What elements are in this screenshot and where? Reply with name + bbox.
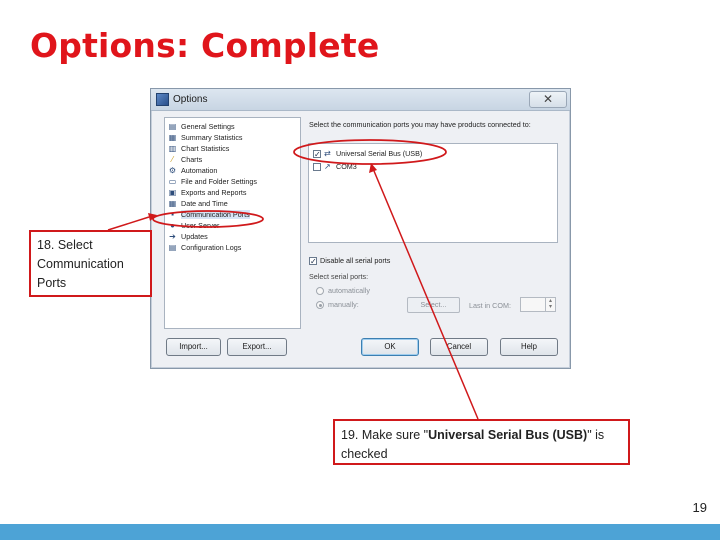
chart-stats-icon: ▥ [168,144,177,153]
radio-label: manually: [328,300,359,309]
footer-bar [0,524,720,540]
server-icon: ● [170,221,175,230]
radio-automatic[interactable]: automatically [316,286,370,295]
slide-title: Options: Complete [30,26,380,65]
tree-item-label: Chart Statistics [181,144,230,153]
tree-item-label: Automation [181,166,218,175]
tree-item-label: File and Folder Settings [181,177,257,186]
port-label: COM3 [336,162,357,171]
tree-item-communication-ports[interactable]: ▪ Communication Ports [168,209,250,220]
tree-item-date-time[interactable]: ▦ Date and Time [168,198,228,209]
port-row-usb[interactable]: ✓ ⇄ Universal Serial Bus (USB) [313,148,422,159]
radio-circle[interactable] [316,300,324,309]
callout-step19-bold: Universal Serial Bus (USB) [428,428,588,442]
select-serial-label: Select serial ports: [309,272,369,281]
tree-item-updates[interactable]: ➔ Updates [168,231,208,242]
help-button[interactable]: Help [500,338,558,356]
tree-item-charts[interactable]: ⁄ Charts [168,154,202,165]
tree-item-file-folder-settings[interactable]: ▭ File and Folder Settings [168,176,257,187]
callout-step19-prefix: 19. Make sure " [341,428,429,442]
export-icon: ▣ [168,188,177,197]
tree-item-label: Date and Time [181,199,228,208]
app-icon [156,93,169,106]
select-ports-button[interactable]: Select... [407,297,460,313]
tree-item-automation[interactable]: ⚙ Automation [168,165,217,176]
spinner-arrows-icon[interactable]: ▴ ▾ [545,298,555,311]
radio-manual[interactable]: manually: [316,300,359,309]
arrow-line-step18 [107,216,150,231]
close-button[interactable]: ✕ [529,91,567,108]
tree-item-label: Exports and Reports [181,188,247,197]
ok-button[interactable]: OK [361,338,419,356]
usb-checkbox[interactable]: ✓ [313,149,321,158]
port-icon: ▪ [171,210,174,219]
radio-label: automatically [328,286,370,295]
tree-item-label: Summary Statistics [181,133,243,142]
cancel-button[interactable]: Cancel [430,338,488,356]
tree-item-label: Charts [181,155,203,164]
page-number: 19 [692,500,707,515]
export-button[interactable]: Export... [227,338,287,356]
log-icon: ▤ [168,243,177,252]
tree-item-label: General Settings [181,122,235,131]
serial-port-icon: ↗ [324,162,331,171]
close-icon: ✕ [542,92,554,106]
radio-circle[interactable] [316,286,324,295]
tree-item-general-settings[interactable]: ▤ General Settings [168,121,235,132]
update-arrow-icon: ➔ [169,232,176,241]
settings-icon: ▤ [168,122,177,131]
com-spinner[interactable]: ▴ ▾ [520,297,556,312]
tree-item-chart-statistics[interactable]: ▥ Chart Statistics [168,143,230,154]
ports-list: ✓ ⇄ Universal Serial Bus (USB) ↗ COM3 [308,143,558,243]
com-label: Last in COM: [469,301,511,310]
port-row-com3[interactable]: ↗ COM3 [313,161,357,172]
folder-icon: ▭ [168,177,177,186]
automation-icon: ⚙ [168,166,177,175]
tree-item-user-server[interactable]: ● User Server [168,220,219,231]
options-category-tree[interactable]: ▤ General Settings ▦ Summary Statistics ▥ C… [164,117,301,329]
dialog-titlebar[interactable]: Options ✕ [151,89,570,111]
ports-header: Select the communication ports you may h… [309,120,531,129]
port-label: Universal Serial Bus (USB) [336,149,423,158]
stats-icon: ▦ [168,133,177,142]
options-dialog: Options ✕ ▤ General Settings ▦ Summary Sta… [150,88,571,369]
charts-icon: ⁄ [171,155,174,164]
tree-item-exports-reports[interactable]: ▣ Exports and Reports [168,187,247,198]
callout-step19: 19. Make sure "Universal Serial Bus (USB… [333,419,630,465]
callout-step18: 18. Select Communication Ports [29,230,152,297]
disable-serial-checkbox[interactable]: ✓ [309,256,317,265]
tree-item-summary-statistics[interactable]: ▦ Summary Statistics [168,132,243,143]
import-button[interactable]: Import... [166,338,221,356]
disable-serial-label: Disable all serial ports [320,256,391,265]
disable-serial-row[interactable]: ✓ Disable all serial ports [309,256,390,265]
calendar-icon: ▦ [168,199,177,208]
tree-item-label: Communication Ports [181,210,250,219]
usb-icon: ⇄ [324,149,331,158]
dialog-title: Options [173,94,208,105]
tree-item-configuration-logs[interactable]: ▤ Configuration Logs [168,242,242,253]
tree-item-label: User Server [181,221,220,230]
tree-item-label: Updates [181,232,208,241]
com3-checkbox[interactable] [313,162,321,171]
tree-item-label: Configuration Logs [181,243,242,252]
